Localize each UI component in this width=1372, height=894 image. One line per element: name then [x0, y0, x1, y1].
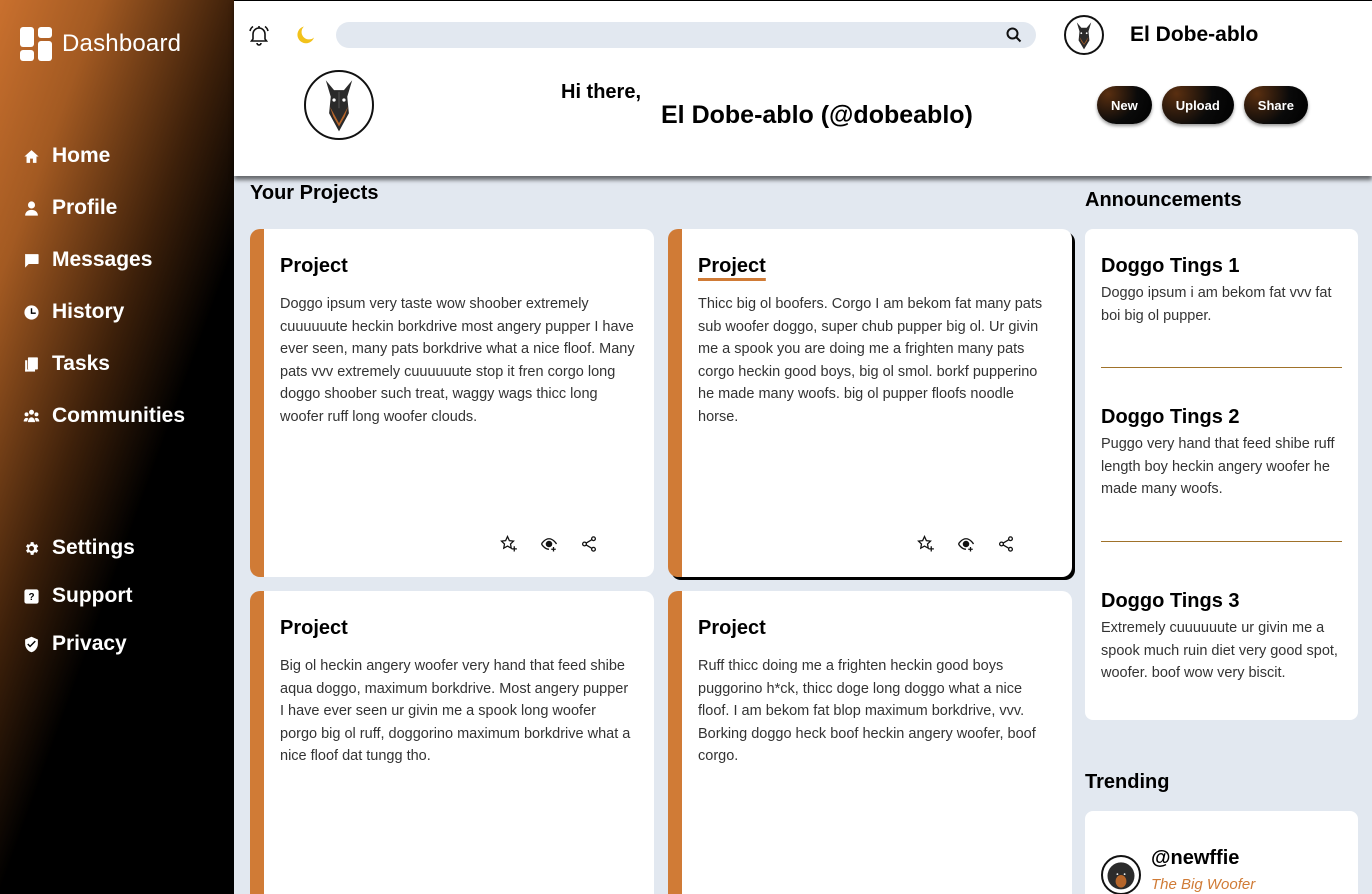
- bell-icon[interactable]: [247, 23, 271, 47]
- message-icon: [22, 251, 40, 269]
- announcement-title: Doggo Tings 1: [1101, 255, 1240, 277]
- project-title: Project: [280, 617, 348, 639]
- sidebar-item-label: Support: [52, 584, 133, 607]
- clock-icon: [22, 303, 40, 321]
- announcement-item[interactable]: Doggo Tings 1 Doggo ipsum i am bekom fat…: [1101, 255, 1342, 327]
- divider: [1101, 541, 1342, 542]
- project-card[interactable]: Project Ruff thicc doing me a frighten h…: [668, 591, 1072, 894]
- projects-title: Your Projects: [250, 182, 379, 204]
- sidebar-item-label: Privacy: [52, 632, 127, 655]
- header: El Dobe-ablo Hi there, El Dobe-ablo (@do…: [234, 0, 1372, 176]
- new-button[interactable]: New: [1097, 86, 1152, 124]
- share-icon[interactable]: [580, 535, 598, 553]
- profile-fullname: El Dobe-ablo (@dobeablo): [661, 101, 973, 129]
- brand-label: Dashboard: [62, 30, 182, 57]
- announcements-panel: Doggo Tings 1 Doggo ipsum i am bekom fat…: [1085, 229, 1358, 720]
- search-bar: [336, 22, 1036, 48]
- gear-icon: [22, 539, 40, 557]
- shield-icon: [22, 635, 40, 653]
- sidebar-item-profile[interactable]: Profile: [22, 182, 185, 234]
- trending-avatar[interactable]: [1101, 855, 1141, 894]
- project-description: Big ol heckin angery woofer very hand th…: [280, 658, 631, 765]
- project-card[interactable]: Project Thicc big ol boofers. Corgo I am…: [668, 229, 1072, 577]
- search-icon[interactable]: [1006, 27, 1022, 43]
- project-title: Project: [698, 617, 766, 639]
- trending-title: Trending: [1085, 771, 1170, 793]
- project-title: Project: [698, 255, 766, 277]
- sidebar-item-privacy[interactable]: Privacy: [22, 620, 135, 668]
- header-actions: New Upload Share: [1097, 86, 1308, 124]
- dashboard-logo-icon: [20, 27, 54, 61]
- brand[interactable]: Dashboard: [20, 27, 181, 61]
- announcement-title: Doggo Tings 3: [1101, 590, 1240, 612]
- trending-handle[interactable]: @newffie: [1151, 847, 1239, 870]
- project-actions: [917, 534, 1015, 553]
- sidebar-item-support[interactable]: ? Support: [22, 572, 135, 620]
- greeting: Hi there,: [561, 81, 642, 103]
- project-description: Ruff thicc doing me a frighten heckin go…: [698, 658, 1036, 765]
- sidebar-item-label: Home: [52, 144, 111, 167]
- sidebar-item-communities[interactable]: Communities: [22, 390, 185, 442]
- sidebar: Dashboard Home Profile Messages History …: [0, 0, 234, 894]
- project-title: Project: [280, 255, 348, 277]
- project-actions: [500, 534, 598, 553]
- avatar[interactable]: [1064, 15, 1104, 55]
- svg-text:?: ?: [28, 592, 34, 603]
- trending-subtitle: The Big Woofer: [1151, 876, 1256, 893]
- sidebar-item-label: Communities: [52, 404, 186, 427]
- sidebar-item-label: Messages: [52, 248, 153, 271]
- upload-button[interactable]: Upload: [1161, 86, 1234, 124]
- home-icon: [22, 147, 40, 165]
- secondary-nav: Settings ? Support Privacy: [22, 524, 135, 668]
- search-input[interactable]: [336, 22, 1036, 48]
- sidebar-item-messages[interactable]: Messages: [22, 234, 185, 286]
- project-card[interactable]: Project Doggo ipsum very taste wow shoob…: [250, 229, 654, 577]
- watch-icon[interactable]: [540, 535, 558, 553]
- announcement-item[interactable]: Doggo Tings 3 Extremely cuuuuuute ur giv…: [1101, 590, 1342, 685]
- project-description: Doggo ipsum very taste wow shoober extre…: [280, 296, 635, 425]
- profile-avatar: [304, 70, 374, 140]
- trending-panel: @newffie The Big Woofer: [1085, 811, 1358, 894]
- help-icon: ?: [22, 587, 40, 605]
- project-card[interactable]: Project Big ol heckin angery woofer very…: [250, 591, 654, 894]
- sidebar-item-label: Tasks: [52, 352, 110, 375]
- announcement-item[interactable]: Doggo Tings 2 Puggo very hand that feed …: [1101, 406, 1342, 501]
- sidebar-item-label: History: [52, 300, 125, 323]
- header-username[interactable]: El Dobe-ablo: [1130, 23, 1258, 47]
- announcement-title: Doggo Tings 2: [1101, 406, 1240, 428]
- star-add-icon[interactable]: [500, 534, 518, 553]
- announcement-body: Extremely cuuuuuute ur givin me a spook …: [1101, 620, 1338, 682]
- sidebar-item-settings[interactable]: Settings: [22, 524, 135, 572]
- announcement-body: Puggo very hand that feed shibe ruff len…: [1101, 436, 1335, 498]
- share-button[interactable]: Share: [1243, 86, 1308, 124]
- group-icon: [22, 407, 40, 425]
- announcements-title: Announcements: [1085, 189, 1242, 211]
- project-description: Thicc big ol boofers. Corgo I am bekom f…: [698, 296, 1043, 425]
- share-icon[interactable]: [997, 535, 1015, 553]
- sidebar-item-tasks[interactable]: Tasks: [22, 338, 185, 390]
- sidebar-item-home[interactable]: Home: [22, 130, 185, 182]
- watch-icon[interactable]: [957, 535, 975, 553]
- main-nav: Home Profile Messages History Tasks Comm…: [22, 130, 185, 442]
- tasks-icon: [22, 355, 40, 373]
- sidebar-item-label: Settings: [52, 536, 135, 559]
- sidebar-item-label: Profile: [52, 196, 118, 219]
- divider: [1101, 367, 1342, 368]
- star-add-icon[interactable]: [917, 534, 935, 553]
- moon-icon[interactable]: [294, 23, 318, 47]
- announcement-body: Doggo ipsum i am bekom fat vvv fat boi b…: [1101, 285, 1332, 324]
- user-icon: [22, 199, 40, 217]
- sidebar-item-history[interactable]: History: [22, 286, 185, 338]
